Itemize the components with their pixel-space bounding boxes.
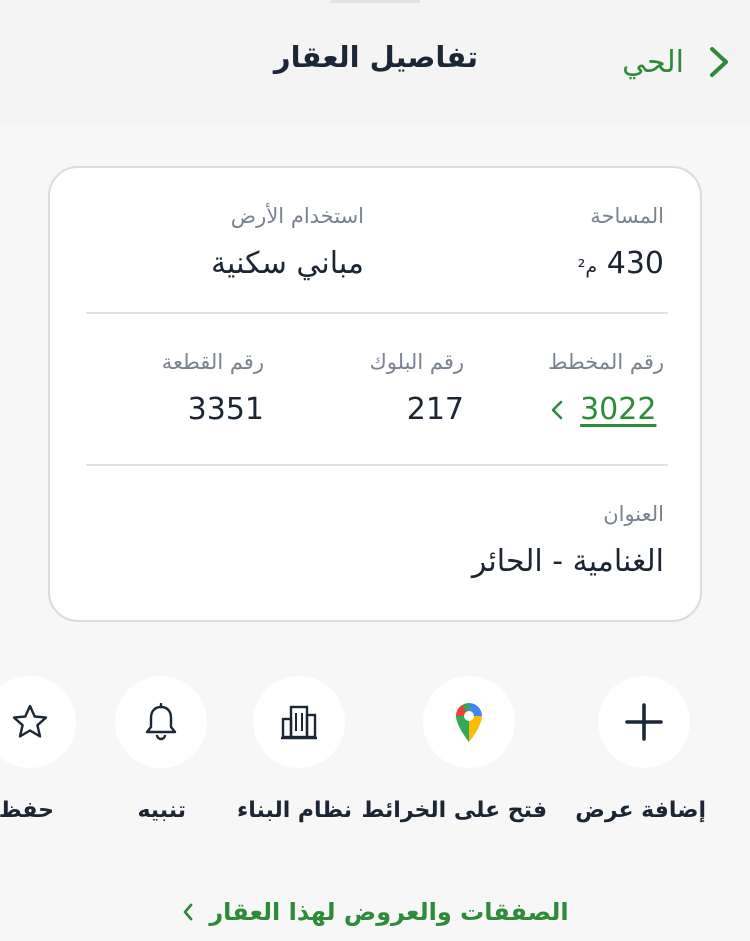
alert-button[interactable] xyxy=(115,676,207,768)
divider xyxy=(86,312,668,314)
divider xyxy=(86,464,668,466)
add-offer-button[interactable] xyxy=(598,676,690,768)
plot-field: رقم القطعة 3351 xyxy=(162,350,264,427)
save-label: حفظ xyxy=(0,798,54,823)
address-label: العنوان xyxy=(603,502,664,526)
alert-label: تنبيه xyxy=(137,798,186,823)
open-maps-button[interactable] xyxy=(423,676,515,768)
land-use-label: استخدام الأرض xyxy=(230,204,364,228)
plan-field: رقم المخطط 3022 xyxy=(548,350,664,427)
area-label: المساحة xyxy=(590,204,664,228)
alert-circle[interactable] xyxy=(115,676,207,768)
block-number: 217 xyxy=(406,392,464,427)
block-field: رقم البلوك 217 xyxy=(369,350,464,427)
land-use-value: مباني سكنية xyxy=(210,246,364,281)
building-system-button[interactable] xyxy=(253,676,345,768)
plan-label: رقم المخطط xyxy=(548,350,664,374)
add-offer-label: إضافة عرض xyxy=(575,798,706,823)
plan-number[interactable]: 3022 xyxy=(580,392,656,427)
deals-offers-link[interactable]: الصفقات والعروض لهذا العقار xyxy=(0,898,750,926)
property-details-card: المساحة 430 م² استخدام الأرض مباني سكنية… xyxy=(48,166,702,622)
area-value: 430 م² xyxy=(574,246,664,281)
deals-offers-label: الصفقات والعروض لهذا العقار xyxy=(209,898,569,926)
open-maps-label: فتح على الخرائط xyxy=(361,798,547,823)
building-system-label: نظام البناء xyxy=(236,798,352,823)
address-value: الغنامية - الحائر xyxy=(471,544,664,579)
chevron-left-icon xyxy=(183,903,193,921)
plus-icon xyxy=(625,703,663,741)
page-title: تفاصيل العقار xyxy=(273,40,479,74)
area-unit: م² xyxy=(577,256,598,278)
area-number: 430 xyxy=(606,246,664,281)
address-field: العنوان الغنامية - الحائر xyxy=(472,502,664,579)
map-pin-icon xyxy=(455,703,482,742)
sheet-grab-handle[interactable] xyxy=(330,0,420,3)
top-bar: الحي تفاصيل العقار xyxy=(0,0,750,126)
building-icon xyxy=(281,705,317,740)
land-use-field: استخدام الأرض مباني سكنية xyxy=(211,204,364,281)
plot-number: 3351 xyxy=(187,392,264,427)
plan-number-link[interactable]: 3022 xyxy=(548,392,664,427)
plot-label: رقم القطعة xyxy=(161,350,264,374)
chevron-left-icon xyxy=(551,400,563,419)
star-icon xyxy=(12,704,48,738)
bell-icon xyxy=(145,703,177,741)
block-label: رقم البلوك xyxy=(369,350,464,374)
area-field: المساحة 430 م² xyxy=(574,204,664,281)
add-offer-circle[interactable] xyxy=(598,676,690,768)
open-maps-circle[interactable] xyxy=(423,676,515,768)
building-system-circle[interactable] xyxy=(253,676,345,768)
save-circle[interactable] xyxy=(0,676,76,768)
save-button[interactable] xyxy=(0,676,76,768)
